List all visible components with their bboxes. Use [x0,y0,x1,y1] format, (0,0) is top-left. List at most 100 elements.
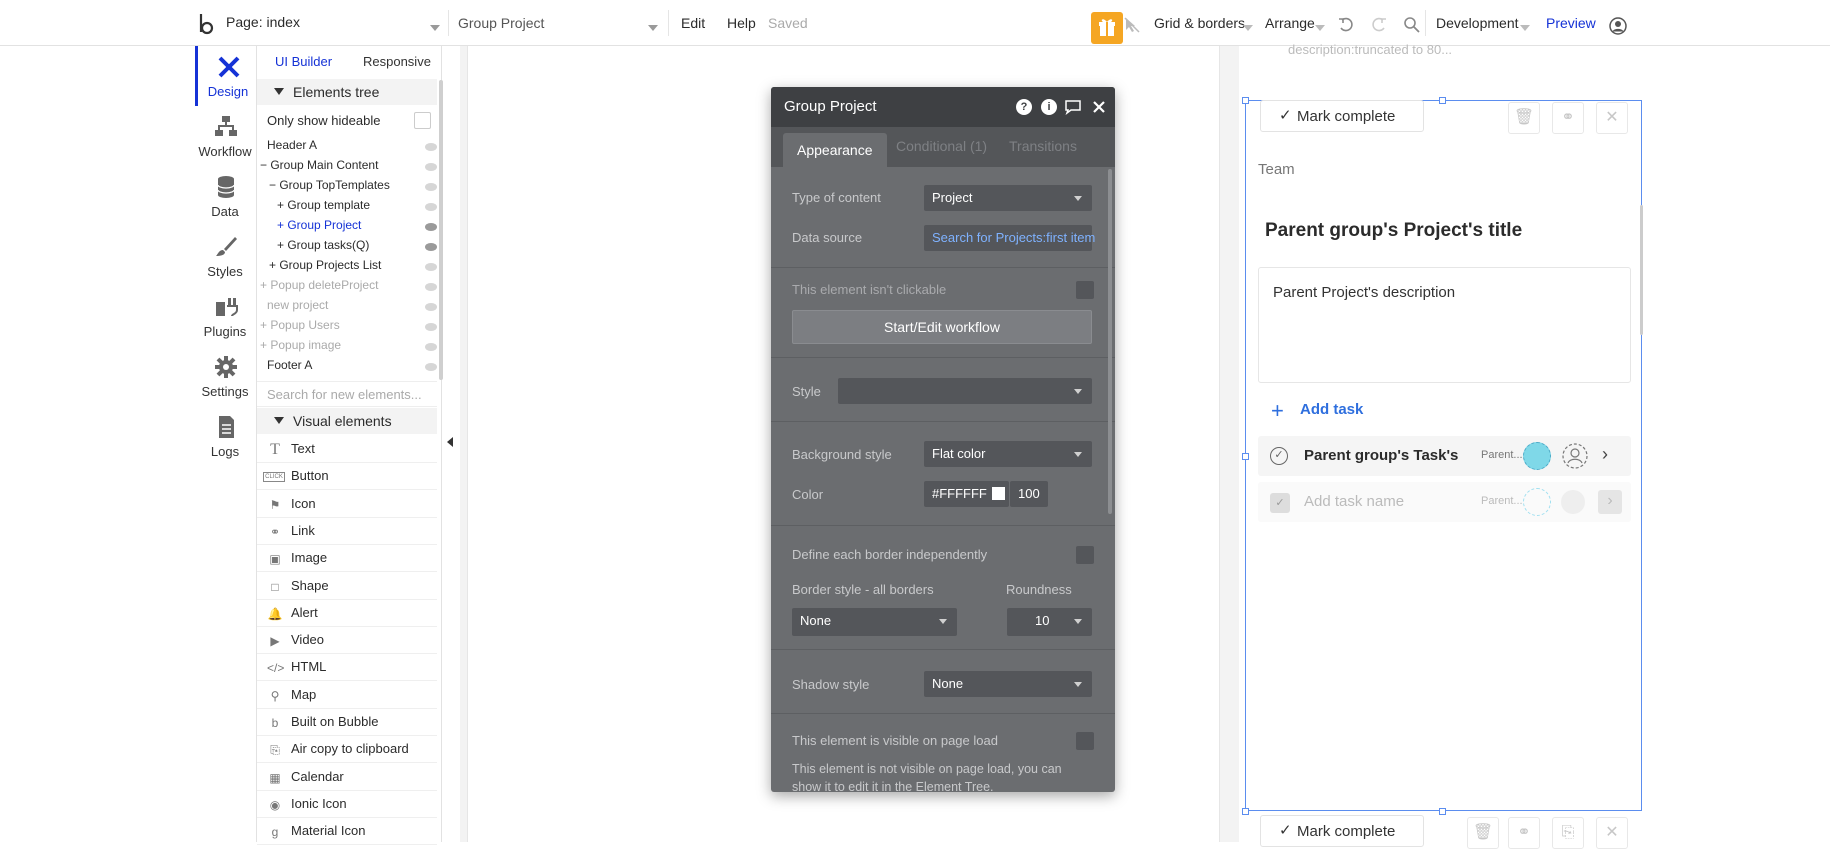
link-icon[interactable]: ⚭ [1508,817,1540,849]
visual-element-item[interactable]: ▦ Calendar [257,764,437,791]
project-description-box[interactable]: Parent Project's description [1258,267,1631,383]
trash-icon[interactable]: 🗑 [1508,102,1540,134]
chevron-down-icon[interactable] [1520,25,1530,31]
tree-item[interactable]: + Popup image [260,338,341,358]
eye-icon[interactable] [425,263,437,271]
data-source-field[interactable]: Search for Projects:first item [924,225,1095,251]
task-row[interactable]: ✓ Parent group's Task's Parent... › [1258,436,1631,476]
resize-handle[interactable] [1242,808,1249,815]
element-search[interactable]: Search for new elements... [257,381,437,407]
visible-on-load-checkbox[interactable] [1076,732,1094,750]
background-style-dropdown[interactable]: Flat color [924,441,1092,467]
tab-ui-builder[interactable]: UI Builder [275,54,332,69]
tree-item[interactable]: + Group tasks(Q) [277,238,369,258]
visual-element-item[interactable]: g Material Icon [257,818,437,846]
user-avatar-icon[interactable] [1609,17,1627,35]
help-icon[interactable]: ? [1016,99,1032,115]
avatar[interactable] [1523,488,1551,516]
nav-logs[interactable]: Logs [195,406,255,466]
visual-element-item[interactable]: ⚭ Link [257,518,437,545]
panel-scrollbar[interactable] [439,80,443,380]
menu-help[interactable]: Help [727,15,756,31]
eye-icon[interactable] [425,283,437,291]
undo-icon[interactable] [1337,16,1355,34]
eye-icon[interactable] [425,223,437,231]
style-dropdown[interactable] [838,378,1092,404]
visual-element-item[interactable]: ⚑ Icon [257,491,437,518]
tree-item[interactable]: − Group TopTemplates [269,178,390,198]
editor-header[interactable]: Group Project ? i [771,87,1115,127]
tree-item[interactable]: + Group Project [277,218,361,238]
visual-element-item[interactable]: CLICK Button [257,463,437,491]
close-icon[interactable]: ✕ [1596,102,1628,134]
close-icon[interactable]: ✕ [1596,817,1628,849]
redo-icon[interactable] [1370,16,1388,34]
visual-element-item[interactable]: ▣ Image [257,545,437,573]
shadow-style-dropdown[interactable]: None [924,671,1092,697]
tree-item[interactable]: Header A [267,138,317,158]
visual-element-item[interactable]: 🔔 Alert [257,600,437,627]
task-check-icon[interactable]: ✓ [1270,493,1290,513]
search-icon[interactable] [1403,16,1421,34]
visual-element-item[interactable]: ▶ Video [257,627,437,655]
new-task-input[interactable]: Add task name [1304,493,1404,510]
visual-element-item[interactable]: b Built on Bubble [257,709,437,736]
visual-element-item[interactable]: ⎘ Air copy to clipboard [257,736,437,764]
nav-styles[interactable]: Styles [195,226,255,286]
mark-complete-button[interactable]: ✓ Mark complete [1260,100,1424,132]
nav-workflow[interactable]: Workflow [195,106,255,166]
cursor-disabled-icon[interactable] [1123,16,1141,34]
eye-icon[interactable] [425,323,437,331]
tree-item[interactable]: − Group Main Content [260,158,378,178]
eye-icon[interactable] [425,243,437,251]
eye-icon[interactable] [425,363,437,371]
chevron-right-icon[interactable]: › [1598,490,1622,514]
start-edit-workflow-button[interactable]: Start/Edit workflow [792,310,1092,344]
tab-conditional[interactable]: Conditional (1) [896,138,987,154]
chevron-down-icon[interactable] [1315,25,1325,31]
chevron-right-icon[interactable]: › [1602,444,1608,465]
eye-icon[interactable] [425,183,437,191]
visual-element-item[interactable]: □ Shape [257,573,437,600]
color-opacity-field[interactable]: 100 [1010,481,1048,507]
grid-borders-menu[interactable]: Grid & borders [1154,15,1245,31]
menu-edit[interactable]: Edit [681,15,705,31]
nav-plugins[interactable]: Plugins [195,286,255,346]
element-selector[interactable]: Group Project [458,15,544,31]
only-hideable-checkbox[interactable] [414,112,431,129]
mark-complete-button-bottom[interactable]: ✓ Mark complete [1260,815,1424,847]
environment-selector[interactable]: Development [1436,15,1519,31]
visual-element-item[interactable]: </> HTML [257,654,437,682]
resize-handle[interactable] [1242,453,1249,460]
tab-responsive[interactable]: Responsive [363,54,431,69]
roundness-dropdown[interactable]: 10 [1007,608,1092,636]
eye-icon[interactable] [425,343,437,351]
elements-tree-header[interactable]: Elements tree [257,79,437,105]
eye-icon[interactable] [425,163,437,171]
page-selector[interactable]: Page: index [226,14,444,30]
chevron-down-icon[interactable] [430,25,440,31]
color-swatch[interactable] [992,487,1005,500]
tab-transitions[interactable]: Transitions [1009,138,1077,154]
visual-element-item[interactable]: ⚲ Map [257,682,437,709]
bubble-logo-icon[interactable] [196,12,216,36]
tab-appearance[interactable]: Appearance [783,133,887,167]
resize-handle[interactable] [1439,97,1446,104]
tree-item[interactable]: new project [267,298,328,318]
close-icon[interactable] [1092,100,1106,114]
arrange-menu[interactable]: Arrange [1265,15,1315,31]
tree-item[interactable]: + Group template [277,198,370,218]
tree-item[interactable]: + Popup deleteProject [260,278,378,298]
nav-data[interactable]: Data [195,166,255,226]
eye-icon[interactable] [425,203,437,211]
plus-icon[interactable]: + [1271,398,1284,424]
not-clickable-checkbox[interactable] [1076,281,1094,299]
resize-handle[interactable] [1439,808,1446,815]
copy-icon[interactable]: ⎘ [1552,817,1584,849]
visual-element-item[interactable]: T Text [257,436,437,463]
collapse-panel-icon[interactable] [447,437,453,447]
chevron-down-icon[interactable] [648,25,658,31]
border-style-dropdown[interactable]: None [792,608,957,636]
assign-user-icon[interactable] [1561,490,1585,514]
preview-scrollbar[interactable] [1640,205,1643,335]
